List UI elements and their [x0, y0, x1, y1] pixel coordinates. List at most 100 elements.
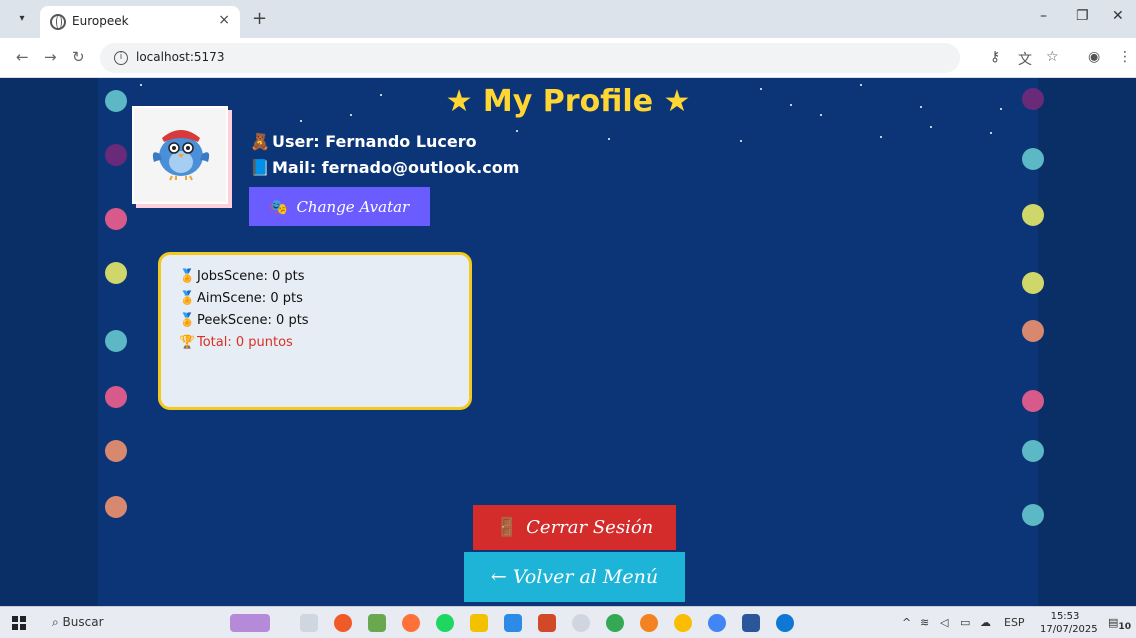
address-url: localhost:5173: [136, 50, 225, 64]
taskbar-search[interactable]: ⌕ Buscar: [52, 615, 104, 630]
trophy-icon: 🏆: [179, 335, 196, 350]
battery-icon[interactable]: ▭: [960, 616, 970, 629]
decor-dot: [1022, 272, 1044, 294]
decor-star: [516, 130, 518, 132]
spotify-icon[interactable]: [436, 614, 454, 632]
medal-icon: 🏅: [179, 269, 196, 284]
change-avatar-label: Change Avatar: [296, 197, 410, 216]
wifi-icon[interactable]: ≋: [920, 616, 929, 629]
onedrive-icon[interactable]: ☁: [980, 616, 991, 629]
tab-search-chevron-icon[interactable]: ▾: [12, 9, 32, 29]
outlook-icon[interactable]: [776, 614, 794, 632]
widgets-icon[interactable]: [230, 614, 270, 632]
decor-dot: [1022, 440, 1044, 462]
powerpoint-icon[interactable]: [538, 614, 556, 632]
system-clock[interactable]: 15:53 17/07/2025: [1040, 610, 1098, 636]
decor-star: [880, 136, 882, 138]
decor-dot: [105, 496, 127, 518]
site-info-icon[interactable]: i: [114, 51, 128, 65]
decor-star: [740, 140, 742, 142]
decor-star: [608, 138, 610, 140]
tab-close-icon[interactable]: ×: [218, 12, 230, 28]
score-row-peek: 🏅 PeekScene: 0 pts: [179, 313, 469, 329]
chrome-icon[interactable]: [606, 614, 624, 632]
user-name-line: 🧸 User: Fernando Lucero: [250, 132, 477, 151]
language-indicator[interactable]: ESP: [1004, 616, 1025, 629]
score-label: PeekScene: 0 pts: [197, 313, 309, 328]
back-arrow-icon[interactable]: ←: [16, 48, 29, 66]
reload-icon[interactable]: ↻: [72, 48, 85, 66]
translate-icon[interactable]: 文: [1018, 49, 1032, 69]
browser-tab-europeek[interactable]: Europeek ×: [40, 6, 240, 38]
profile-page: ★ My Profile ★ 🧸 User: Fernando Lucero 📘 M…: [0, 78, 1136, 606]
clock-time: 15:53: [1050, 611, 1080, 622]
decor-dot: [1022, 148, 1044, 170]
masks-icon: 🎭: [269, 197, 289, 216]
decor-dot: [1022, 204, 1044, 226]
clock-date: 17/07/2025: [1040, 624, 1098, 635]
app-icon[interactable]: [640, 614, 658, 632]
notification-count: 10: [1118, 621, 1132, 633]
user-mail: Mail: fernado@outlook.com: [272, 158, 520, 177]
profile-icon[interactable]: ◉: [1088, 49, 1100, 65]
chrome-icon[interactable]: [708, 614, 726, 632]
logout-button[interactable]: 🚪 Cerrar Sesión: [473, 505, 676, 550]
blue-bird-avatar-icon: [152, 130, 210, 181]
close-window-icon[interactable]: ✕: [1112, 8, 1124, 24]
brave-icon[interactable]: [334, 614, 352, 632]
bookmark-star-icon[interactable]: ☆: [1046, 49, 1059, 65]
decor-dot: [1022, 390, 1044, 412]
forward-arrow-icon[interactable]: →: [44, 48, 57, 66]
decor-star: [930, 126, 932, 128]
right-margin: [1038, 78, 1136, 606]
medal-icon: 🏅: [179, 291, 196, 306]
search-label: Buscar: [62, 615, 104, 629]
chrome-icon[interactable]: [674, 614, 692, 632]
teddy-bear-icon: 🧸: [250, 132, 270, 151]
medal-icon: 🏅: [179, 313, 196, 328]
change-avatar-button[interactable]: 🎭 Change Avatar: [249, 187, 430, 226]
tab-title: Europeek: [72, 14, 129, 28]
app-icon[interactable]: [572, 614, 590, 632]
menu-kebab-icon[interactable]: ⋮: [1118, 49, 1132, 65]
app-icon[interactable]: [368, 614, 386, 632]
decor-star: [990, 132, 992, 134]
score-label: JobsScene: 0 pts: [197, 269, 305, 284]
decor-dot: [105, 208, 127, 230]
decor-dot: [105, 330, 127, 352]
task-view-icon[interactable]: [300, 614, 318, 632]
tray-chevron-icon[interactable]: ^: [902, 616, 911, 629]
vscode-icon[interactable]: [504, 614, 522, 632]
password-key-icon[interactable]: ⚷: [990, 49, 1000, 65]
restore-icon[interactable]: ❐: [1076, 8, 1089, 24]
door-icon: 🚪: [495, 517, 519, 538]
decor-star: [300, 120, 302, 122]
firefox-icon[interactable]: [402, 614, 420, 632]
decor-dot: [1022, 504, 1044, 526]
score-row-jobs: 🏅 JobsScene: 0 pts: [179, 269, 469, 285]
minimize-icon[interactable]: –: [1040, 8, 1047, 24]
user-mail-line: 📘 Mail: fernado@outlook.com: [250, 158, 519, 177]
logout-label: Cerrar Sesión: [526, 517, 654, 538]
volume-icon[interactable]: ◁: [940, 616, 948, 629]
file-explorer-icon[interactable]: [470, 614, 488, 632]
user-name: User: Fernando Lucero: [272, 132, 477, 151]
decor-dot: [105, 262, 127, 284]
score-row-aim: 🏅 AimScene: 0 pts: [179, 291, 469, 307]
total-label: Total: 0 puntos: [197, 335, 293, 350]
back-to-menu-button[interactable]: ← Volver al Menú: [464, 552, 685, 602]
scores-card: 🏅 JobsScene: 0 pts 🏅 AimScene: 0 pts 🏅 Peek…: [158, 252, 472, 410]
address-bar[interactable]: i localhost:5173: [100, 43, 960, 73]
windows-start-icon[interactable]: [12, 616, 26, 630]
score-row-total: 🏆 Total: 0 puntos: [179, 335, 469, 351]
decor-dot: [105, 386, 127, 408]
windows-taskbar: ⌕ Buscar ^ ≋ ◁ ▭ ☁ ESP 15:53 17/07/2025 …: [0, 606, 1136, 638]
notifications-icon[interactable]: ▤10: [1108, 616, 1131, 632]
word-icon[interactable]: [742, 614, 760, 632]
mailbox-icon: 📘: [250, 158, 270, 177]
browser-toolbar: ← → ↻ i localhost:5173 ⚷ 文 ☆ ◉ ⋮: [0, 38, 1136, 78]
back-menu-label: ← Volver al Menú: [490, 566, 659, 588]
screen: ▾ Europeek × + – ❐ ✕ ← → ↻ i localhost:5…: [0, 0, 1136, 638]
new-tab-button[interactable]: +: [252, 8, 267, 29]
globe-icon: [50, 14, 66, 30]
